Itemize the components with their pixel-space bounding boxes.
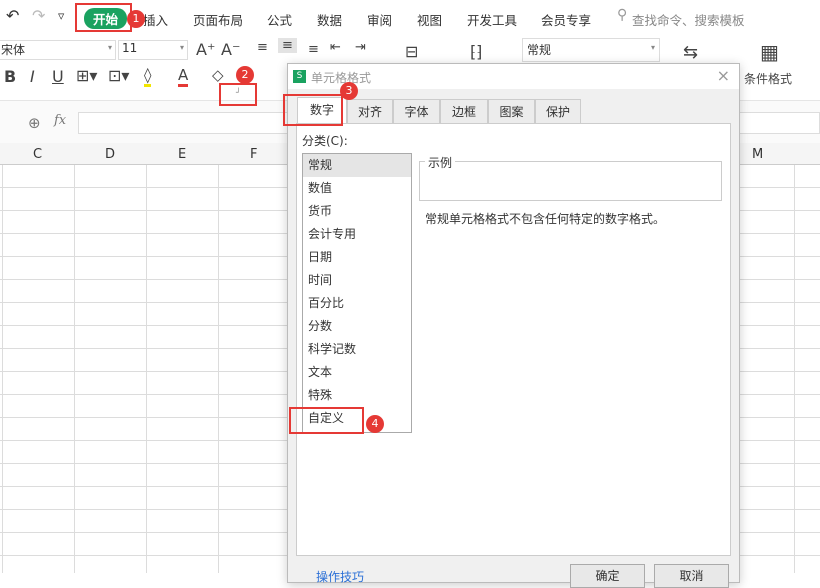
step-badge-2: 2	[236, 66, 254, 84]
border-icon[interactable]: ⊞▾	[76, 66, 97, 85]
dialog-title: 单元格格式	[311, 71, 372, 85]
redo-icon[interactable]: ↷	[32, 6, 45, 25]
category-label: 分类(C):	[302, 134, 348, 148]
number-format-select[interactable]: 常规 ▾	[522, 38, 660, 62]
column-header-d[interactable]: D	[105, 147, 115, 162]
step-badge-3: 3	[340, 82, 358, 100]
format-cells-dialog: S 单元格格式 × 数字 对齐 字体 边框 图案 保护 分类(C): 常规 数值…	[287, 63, 740, 588]
grow-font-button[interactable]: A⁺	[196, 40, 215, 59]
align-top-icon[interactable]: ≡	[257, 40, 268, 55]
increase-indent-icon[interactable]: ⇥	[355, 40, 366, 55]
clear-icon[interactable]: ◇	[212, 66, 224, 84]
cond-format-button[interactable]: 条件格式	[744, 70, 792, 87]
zoom-icon[interactable]: ⊕	[28, 114, 41, 132]
tab-font[interactable]: 字体	[393, 99, 440, 124]
tab-panel: 分类(C): 常规 数值 货币 会计专用 日期 时间 百分比 分数 科学记数 文…	[296, 123, 731, 556]
category-text[interactable]: 文本	[303, 361, 411, 384]
tab-view[interactable]: 视图	[417, 10, 442, 29]
cell-style-icon[interactable]: ⊡▾	[108, 66, 129, 85]
highlight-number-tab	[283, 94, 343, 126]
tab-insert[interactable]: 插入	[143, 10, 168, 29]
tab-data[interactable]: 数据	[317, 10, 342, 29]
search-icon: ⚲	[617, 7, 628, 23]
category-general[interactable]: 常规	[303, 154, 411, 177]
tab-member[interactable]: 会员专享	[541, 10, 591, 29]
step-badge-4: 4	[366, 415, 384, 433]
highlight-custom-category	[289, 407, 364, 434]
category-number[interactable]: 数值	[303, 177, 411, 200]
align-middle-icon[interactable]: ≡	[278, 38, 297, 53]
font-name-select[interactable]: 宋体 ▾	[0, 40, 116, 60]
step-badge-1: 1	[127, 10, 145, 28]
format-description: 常规单元格格式不包含任何特定的数字格式。	[425, 212, 666, 226]
conditional-format-icon[interactable]: ▦	[760, 40, 779, 64]
underline-button[interactable]: U	[52, 67, 64, 86]
sample-label: 示例	[425, 154, 456, 171]
convert-icon[interactable]: ⇆	[683, 42, 698, 63]
align-bottom-icon[interactable]: ≡	[308, 42, 319, 57]
category-currency[interactable]: 货币	[303, 200, 411, 223]
merge-icon[interactable]: ⊟	[405, 42, 418, 61]
cancel-button[interactable]: 取消	[654, 564, 729, 588]
shrink-font-button[interactable]: A⁻	[221, 40, 240, 59]
decrease-indent-icon[interactable]: ⇤	[330, 40, 341, 55]
undo-icon[interactable]: ↶	[6, 6, 19, 25]
italic-button[interactable]: I	[30, 67, 35, 86]
category-date[interactable]: 日期	[303, 246, 411, 269]
tab-border[interactable]: 边框	[440, 99, 488, 124]
fill-color-icon[interactable]: ◊	[144, 66, 152, 87]
tips-link[interactable]: 操作技巧	[316, 568, 364, 585]
bold-button[interactable]: B	[4, 67, 16, 86]
highlight-home-tab	[75, 3, 132, 32]
category-scientific[interactable]: 科学记数	[303, 338, 411, 361]
column-header-f[interactable]: F	[250, 147, 257, 162]
column-header-e[interactable]: E	[178, 147, 186, 162]
category-list[interactable]: 常规 数值 货币 会计专用 日期 时间 百分比 分数 科学记数 文本 特殊 自定…	[302, 153, 412, 433]
tab-pattern[interactable]: 图案	[488, 99, 535, 124]
category-accounting[interactable]: 会计专用	[303, 223, 411, 246]
category-time[interactable]: 时间	[303, 269, 411, 292]
category-percentage[interactable]: 百分比	[303, 292, 411, 315]
tab-page-layout[interactable]: 页面布局	[193, 10, 243, 29]
fx-icon[interactable]: fx	[54, 113, 66, 128]
command-search[interactable]: 查找命令、搜索模板	[632, 10, 745, 29]
column-header-m[interactable]: M	[752, 147, 763, 162]
app-logo-icon: S	[293, 70, 306, 83]
highlight-dialog-launcher	[219, 83, 257, 106]
tab-formula[interactable]: 公式	[267, 10, 292, 29]
category-fraction[interactable]: 分数	[303, 315, 411, 338]
sample-box	[419, 161, 722, 201]
font-color-icon[interactable]: A	[178, 66, 189, 87]
wrap-text-icon[interactable]: ⁅⁆	[470, 42, 482, 61]
tab-developer[interactable]: 开发工具	[467, 10, 517, 29]
tab-protection[interactable]: 保护	[535, 99, 581, 124]
category-special[interactable]: 特殊	[303, 384, 411, 407]
quick-access-dropdown-icon[interactable]: ▿	[58, 8, 64, 23]
font-size-select[interactable]: 11 ▾	[118, 40, 188, 60]
ok-button[interactable]: 确定	[570, 564, 645, 588]
tab-alignment[interactable]: 对齐	[347, 99, 393, 124]
column-header-c[interactable]: C	[33, 147, 42, 162]
close-button[interactable]: ×	[717, 66, 730, 85]
tab-review[interactable]: 审阅	[367, 10, 392, 29]
